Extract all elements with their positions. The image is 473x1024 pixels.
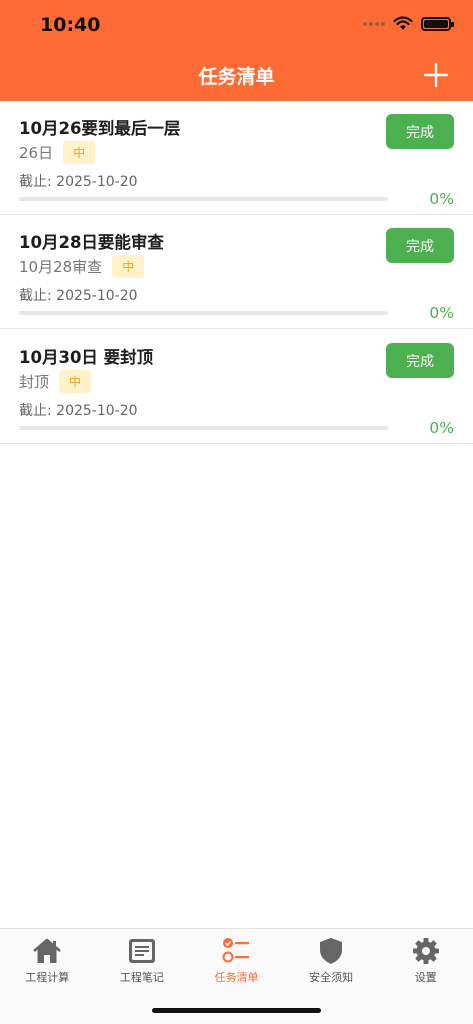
tab-engineering-calc[interactable]: 工程计算 [0, 929, 95, 991]
home-icon [33, 938, 62, 963]
tab-engineering-notes[interactable]: 工程笔记 [95, 929, 190, 991]
tab-label: 任务清单 [214, 971, 259, 984]
task-description: 26日 [19, 144, 54, 162]
task-description: 封顶 [19, 373, 50, 391]
tab-label: 工程计算 [25, 971, 70, 984]
task-title: 10月28日要能审查 [19, 233, 164, 252]
task-due-date: 截止: 2025-10-20 [19, 288, 138, 304]
plus-icon[interactable] [423, 62, 449, 88]
wifi-icon [393, 16, 413, 30]
progress-bar [19, 311, 388, 315]
task-title: 10月26要到最后一层 [19, 119, 181, 138]
progress-percent: 0% [429, 419, 454, 437]
task-description: 10月28审查 [19, 258, 103, 276]
task-item[interactable]: 10月28日要能审查 10月28审查 中 截止: 2025-10-20 0% 完… [0, 215, 473, 329]
progress-bar [19, 426, 388, 430]
progress-percent: 0% [429, 190, 454, 208]
tab-label: 安全须知 [309, 971, 354, 984]
shield-icon [320, 938, 343, 964]
task-subline: 封顶 中 [19, 370, 92, 393]
task-title: 10月30日 要封顶 [19, 348, 154, 367]
task-due-date: 截止: 2025-10-20 [19, 174, 138, 190]
status-icons [363, 16, 454, 31]
note-icon [128, 939, 155, 963]
task-subline: 26日 中 [19, 141, 96, 164]
priority-badge: 中 [112, 255, 145, 278]
tab-settings[interactable]: 设置 [378, 929, 473, 991]
gear-icon [412, 938, 439, 964]
task-item[interactable]: 10月26要到最后一层 26日 中 截止: 2025-10-20 0% 完成 [0, 101, 473, 215]
home-indicator [152, 1008, 321, 1013]
complete-button[interactable]: 完成 [386, 228, 454, 263]
tab-label: 工程笔记 [119, 971, 164, 984]
checklist-icon [222, 938, 250, 963]
tab-label: 设置 [414, 971, 437, 984]
tab-safety-notice[interactable]: 安全须知 [284, 929, 379, 991]
progress-bar [19, 197, 388, 201]
progress-percent: 0% [429, 304, 454, 322]
task-item[interactable]: 10月30日 要封顶 封顶 中 截止: 2025-10-20 0% 完成 [0, 330, 473, 444]
page-title: 任务清单 [198, 66, 275, 88]
status-time: 10:40 [40, 14, 101, 36]
tab-task-list[interactable]: 任务清单 [189, 929, 284, 991]
signal-icon [363, 21, 385, 26]
priority-badge: 中 [63, 141, 96, 164]
complete-button[interactable]: 完成 [386, 114, 454, 149]
app-header: 10:40 任务清单 [0, 0, 473, 101]
task-subline: 10月28审查 中 [19, 255, 145, 278]
battery-icon [421, 16, 454, 31]
task-due-date: 截止: 2025-10-20 [19, 403, 138, 419]
complete-button[interactable]: 完成 [386, 343, 454, 378]
priority-badge: 中 [59, 370, 92, 393]
